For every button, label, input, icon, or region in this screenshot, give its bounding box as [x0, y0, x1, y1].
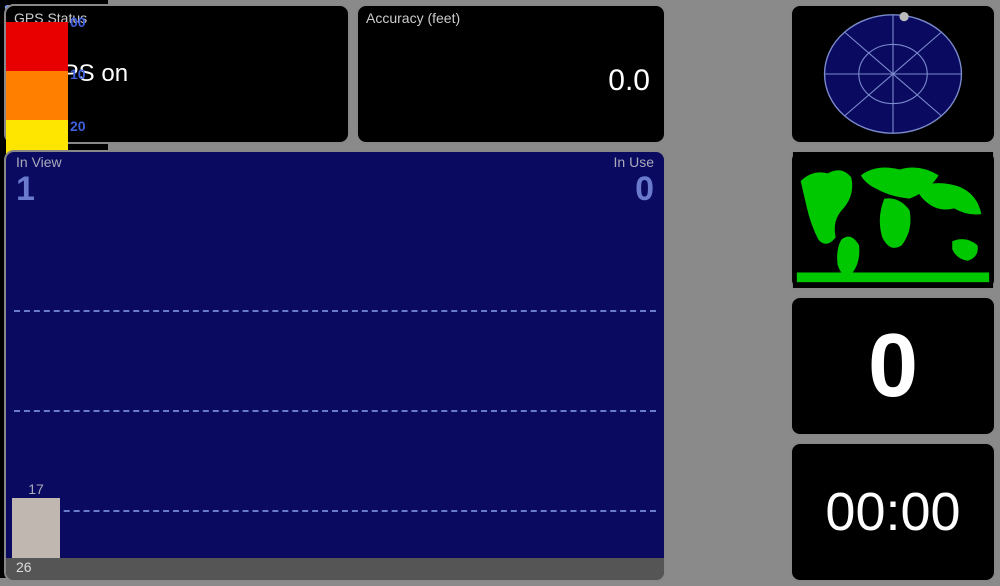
timer-panel[interactable]: 00:00 [790, 442, 996, 582]
satellite-chart-panel: In View In Use 1 0 17 26 [4, 150, 666, 582]
in-use-value: 0 [635, 172, 654, 206]
timer-value: 00:00 [825, 481, 960, 543]
speed-value: 0 [868, 315, 918, 418]
satellite-bar-rect [12, 498, 60, 558]
snr-tick: 20 [70, 118, 86, 134]
satchart-footer: 26 [6, 558, 664, 580]
satchart-header: In View In Use [6, 152, 664, 172]
accuracy-value: 0.0 [358, 30, 664, 98]
satellite-dot-icon [899, 12, 908, 21]
satellite-bar: 17 [12, 481, 60, 558]
gridline [14, 510, 656, 512]
accuracy-panel: Accuracy (feet) 0.0 [356, 4, 666, 144]
speed-panel[interactable]: 0 [790, 296, 996, 436]
in-use-label: In Use [614, 154, 654, 170]
snr-tick: 00 [70, 14, 86, 30]
worldmap-panel[interactable] [790, 150, 996, 290]
snr-seg-orange [6, 71, 68, 120]
satchart-counts: 1 0 [6, 172, 664, 206]
snr-seg-red [6, 22, 68, 71]
worldmap-icon [792, 152, 994, 288]
snr-tick: 10 [70, 66, 86, 82]
gridline [14, 310, 656, 312]
satellite-bar-snr: 17 [12, 481, 60, 497]
gridline [14, 410, 656, 412]
in-view-label: In View [16, 154, 62, 170]
satellite-prn: 26 [16, 559, 32, 575]
skyview-panel[interactable] [790, 4, 996, 144]
in-view-value: 1 [16, 172, 35, 206]
accuracy-title: Accuracy (feet) [358, 6, 664, 30]
skyview-icon [819, 8, 967, 140]
